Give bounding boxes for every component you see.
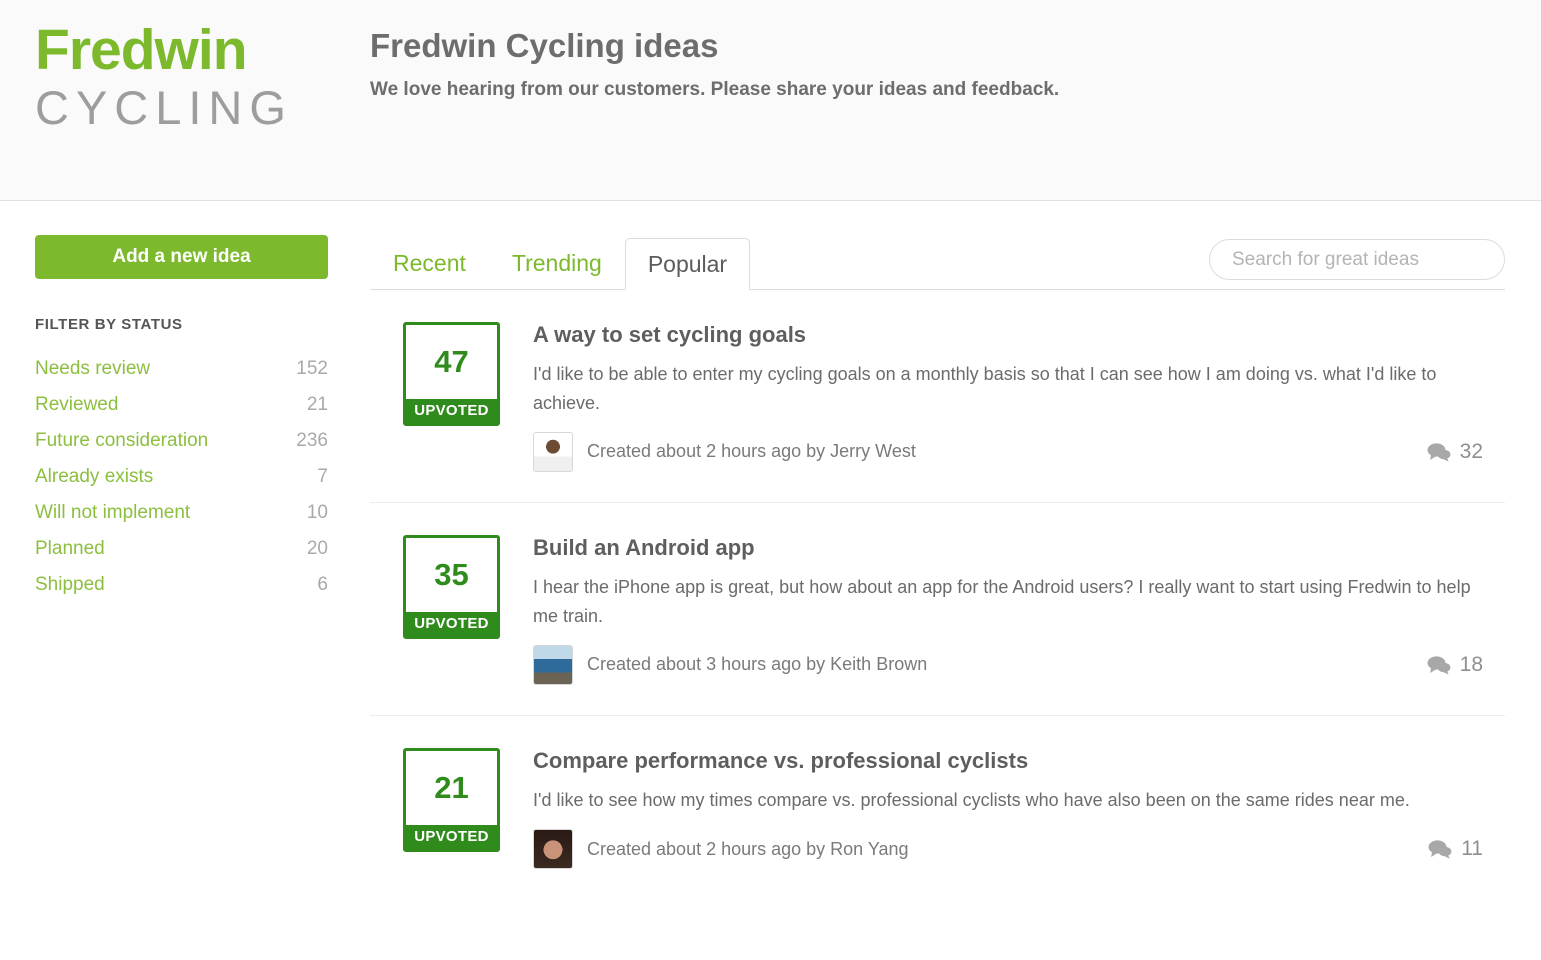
vote-count: 47 xyxy=(434,344,469,379)
idea-title[interactable]: Build an Android app xyxy=(533,535,1505,561)
vote-box[interactable]: 35 UPVOTED xyxy=(403,534,500,639)
sidebar-item-needs-review[interactable]: Needs review 152 xyxy=(35,351,328,387)
filter-label: Shipped xyxy=(35,574,105,595)
filter-label: Needs review xyxy=(35,358,151,379)
idea-created-text: Created about 3 hours ago by Keith Brown xyxy=(587,654,928,675)
filter-count: 236 xyxy=(296,430,328,451)
page-body: Add a new idea FILTER BY STATUS Needs re… xyxy=(0,201,1541,899)
add-new-idea-button[interactable]: Add a new idea xyxy=(35,235,328,279)
avatar xyxy=(533,829,573,870)
list-item: 21 UPVOTED Compare performance vs. profe… xyxy=(370,716,1505,899)
tab-trending[interactable]: Trending xyxy=(489,251,625,289)
avatar xyxy=(533,644,573,685)
filter-count: 6 xyxy=(317,574,328,595)
filter-count: 7 xyxy=(317,466,328,487)
filter-label: Reviewed xyxy=(35,394,119,415)
vote-state-label: UPVOTED xyxy=(406,611,497,636)
idea-description: I hear the iPhone app is great, but how … xyxy=(533,577,1471,627)
tabs-row: Recent Trending Popular xyxy=(370,235,1505,290)
list-item: 35 UPVOTED Build an Android app I hear t… xyxy=(370,503,1505,716)
idea-main: Compare performance vs. professional cyc… xyxy=(533,748,1505,870)
site-header: Fredwin CYCLING Fredwin Cycling ideas We… xyxy=(0,0,1541,201)
page-subtitle: We love hearing from our customers. Plea… xyxy=(370,78,1060,100)
idea-meta: Created about 3 hours ago by Keith Brown xyxy=(533,644,1505,685)
sidebar-item-shipped[interactable]: Shipped 6 xyxy=(35,567,328,603)
filter-label: Planned xyxy=(35,538,105,559)
tab-recent[interactable]: Recent xyxy=(370,251,489,289)
tab-popular[interactable]: Popular xyxy=(624,238,751,290)
idea-created-text: Created about 2 hours ago by Ron Yang xyxy=(587,838,909,859)
comment-count: 18 xyxy=(1459,652,1483,676)
page-title: Fredwin Cycling ideas xyxy=(370,27,719,64)
sidebar: Add a new idea FILTER BY STATUS Needs re… xyxy=(0,235,370,899)
filter-count: 21 xyxy=(306,394,328,415)
filter-by-status-heading: FILTER BY STATUS xyxy=(35,316,183,333)
idea-title[interactable]: A way to set cycling goals xyxy=(533,322,1505,348)
filter-count: 10 xyxy=(306,502,328,523)
idea-author-block: Created about 2 hours ago by Jerry West xyxy=(533,431,916,472)
filter-count: 152 xyxy=(296,358,328,379)
comments-icon xyxy=(1428,839,1452,859)
idea-main: A way to set cycling goals I'd like to b… xyxy=(533,322,1505,472)
brand-subtitle: CYCLING xyxy=(35,81,293,134)
comment-count: 32 xyxy=(1459,439,1483,463)
vote-state-label: UPVOTED xyxy=(406,824,497,849)
filter-count: 20 xyxy=(306,538,328,559)
idea-meta: Created about 2 hours ago by Ron Yang 11 xyxy=(533,829,1505,870)
vote-box[interactable]: 47 UPVOTED xyxy=(403,322,500,426)
sort-tabs: Recent Trending Popular xyxy=(370,235,751,290)
comment-count-button[interactable]: 32 xyxy=(1427,440,1505,464)
avatar xyxy=(533,431,573,472)
filter-label: Future consideration xyxy=(35,430,209,451)
sidebar-item-planned[interactable]: Planned 20 xyxy=(35,531,328,567)
list-item: 47 UPVOTED A way to set cycling goals I'… xyxy=(370,290,1505,503)
idea-description: I'd like to see how my times compare vs.… xyxy=(533,790,1410,811)
comment-count: 11 xyxy=(1461,837,1483,861)
filter-label: Already exists xyxy=(35,466,154,487)
comment-count-button[interactable]: 18 xyxy=(1427,653,1505,677)
sidebar-item-future-consideration[interactable]: Future consideration 236 xyxy=(35,423,328,459)
comment-count-button[interactable]: 11 xyxy=(1428,837,1505,861)
sidebar-item-reviewed[interactable]: Reviewed 21 xyxy=(35,387,328,423)
filter-status-list: Needs review 152 Reviewed 21 Future cons… xyxy=(35,351,328,603)
idea-author-block: Created about 2 hours ago by Ron Yang xyxy=(533,829,909,870)
search-container xyxy=(1209,239,1505,289)
idea-author-block: Created about 3 hours ago by Keith Brown xyxy=(533,644,928,685)
idea-created-text: Created about 2 hours ago by Jerry West xyxy=(587,441,916,462)
search-input[interactable] xyxy=(1209,239,1505,280)
vote-count: 21 xyxy=(434,769,469,805)
idea-meta: Created about 2 hours ago by Jerry West xyxy=(533,431,1505,472)
idea-title[interactable]: Compare performance vs. professional cyc… xyxy=(533,748,1505,774)
vote-state-label: UPVOTED xyxy=(406,399,497,423)
idea-main: Build an Android app I hear the iPhone a… xyxy=(533,535,1505,685)
brand-logo[interactable]: Fredwin CYCLING xyxy=(0,0,370,135)
vote-count: 35 xyxy=(434,556,469,592)
filter-label: Will not implement xyxy=(35,502,191,523)
vote-box[interactable]: 21 UPVOTED xyxy=(403,747,500,852)
sidebar-item-already-exists[interactable]: Already exists 7 xyxy=(35,459,328,495)
comments-icon xyxy=(1427,655,1451,675)
brand-name: Fredwin xyxy=(35,18,248,82)
page-heading-block: Fredwin Cycling ideas We love hearing fr… xyxy=(370,0,1059,102)
sidebar-item-will-not-implement[interactable]: Will not implement 10 xyxy=(35,495,328,531)
idea-list: 47 UPVOTED A way to set cycling goals I'… xyxy=(370,290,1505,899)
comments-icon xyxy=(1427,442,1451,462)
idea-description: I'd like to be able to enter my cycling … xyxy=(533,364,1437,414)
main-content: Recent Trending Popular 47 UPVOTED A way… xyxy=(370,235,1541,899)
